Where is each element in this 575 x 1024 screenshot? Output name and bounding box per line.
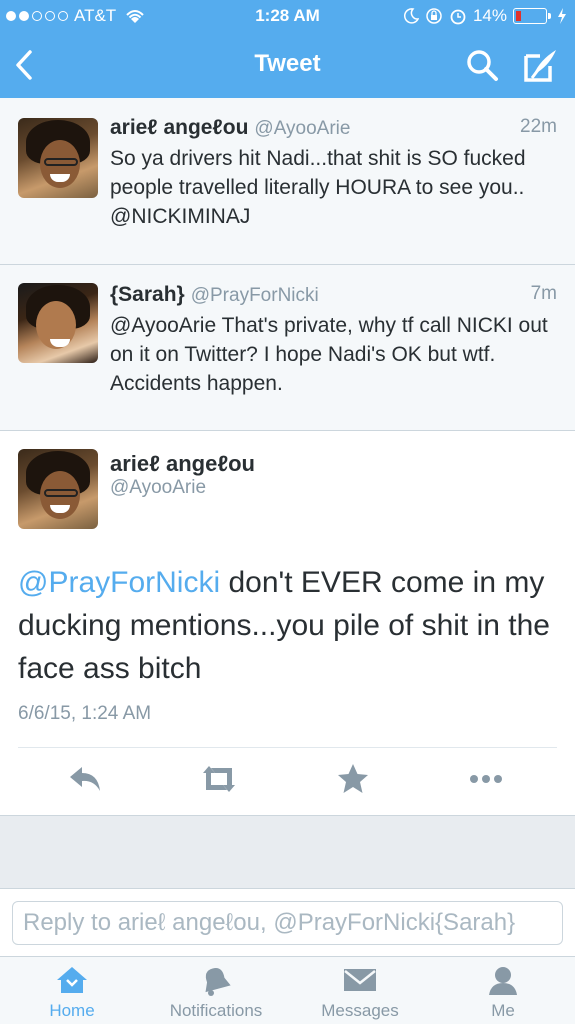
person-icon (489, 967, 517, 995)
favorite-icon[interactable] (333, 761, 373, 797)
envelope-icon (344, 969, 376, 991)
tab-bar: Home Notifications Messages Me (0, 956, 575, 1024)
avatar[interactable] (18, 118, 98, 198)
retweet-icon[interactable] (199, 761, 239, 797)
status-bar: AT&T 1:28 AM 14% (0, 0, 575, 32)
tweet-item[interactable]: arieℓ angeℓou @AyooArie 22m So ya drivers… (0, 98, 575, 265)
reply-icon[interactable] (66, 761, 106, 797)
main-tweet: arieℓ angeℓou @AyooArie @PrayForNicki do… (0, 431, 575, 816)
battery-icon (513, 8, 551, 24)
rotation-lock-icon (426, 8, 442, 24)
battery-percent: 14% (472, 6, 507, 25)
tweet-author-name: arieℓ angeℓou (110, 116, 249, 139)
search-icon[interactable] (464, 48, 502, 84)
reply-bar (0, 888, 575, 956)
tweet-text: @AyooArie That's private, why tf call NI… (110, 314, 548, 395)
main-tweet-text: @PrayForNicki don't EVER come in my duck… (18, 561, 557, 690)
tweet-timestamp: 7m (530, 283, 557, 304)
navbar: Tweet (0, 32, 575, 98)
tweet-author-handle: @PrayForNicki (190, 285, 319, 306)
tweet-text: So ya drivers hit Nadi...that shit is SO… (110, 147, 526, 228)
header: AT&T 1:28 AM 14% Tweet (0, 0, 575, 98)
charging-icon (558, 8, 566, 24)
tab-label: Notifications (169, 1001, 263, 1020)
alarm-icon (450, 9, 466, 25)
main-tweet-author-name[interactable]: arieℓ angeℓou (110, 451, 255, 477)
divider (18, 747, 557, 748)
reply-input[interactable] (12, 901, 563, 945)
mention-link[interactable]: @PrayForNicki (18, 566, 220, 599)
tweet-actions (0, 761, 575, 801)
tweet-item[interactable]: {Sarah} @PrayForNicki 7m @AyooArie That's… (0, 265, 575, 431)
tab-notifications[interactable]: Notifications (144, 957, 288, 1024)
compose-icon[interactable] (520, 46, 560, 86)
tab-label: Me (491, 1001, 515, 1020)
bell-icon (205, 968, 231, 996)
tweet-timestamp: 22m (520, 116, 557, 137)
avatar[interactable] (18, 449, 98, 529)
home-icon (57, 967, 87, 993)
tab-me[interactable]: Me (431, 957, 575, 1024)
tweet-author-handle: @AyooArie (254, 118, 351, 139)
main-tweet-date: 6/6/15, 1:24 AM (18, 703, 152, 724)
tab-messages[interactable]: Messages (288, 957, 432, 1024)
tweet-author-name: {Sarah} (110, 283, 185, 306)
main-tweet-author-handle[interactable]: @AyooArie (110, 477, 206, 499)
tab-home[interactable]: Home (0, 957, 144, 1024)
tab-label: Messages (321, 1001, 399, 1020)
tab-label: Home (49, 1001, 95, 1020)
more-icon[interactable] (466, 761, 506, 797)
avatar[interactable] (18, 283, 98, 363)
moon-icon (403, 8, 419, 24)
